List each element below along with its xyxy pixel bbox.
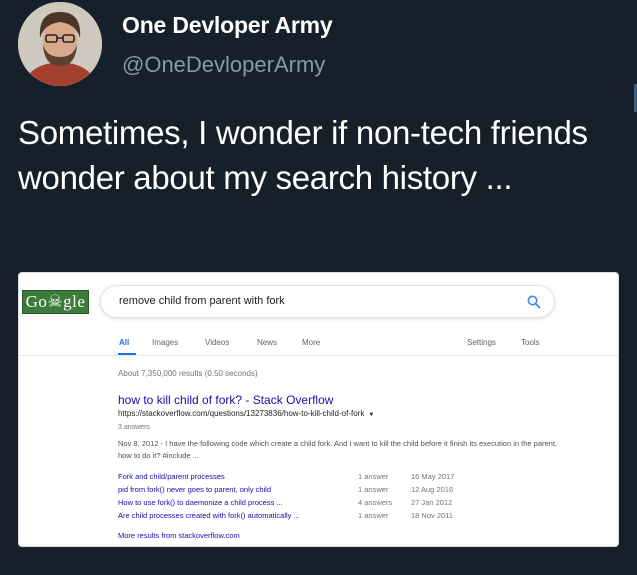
sub-result-date: 16 May 2017 (411, 472, 455, 481)
tab-all[interactable]: All (119, 338, 129, 347)
tab-images[interactable]: Images (152, 338, 178, 347)
sub-result-question[interactable]: How to use fork() to daemonize a child p… (118, 498, 283, 507)
sub-result-date: 12 Aug 2016 (411, 485, 454, 494)
author-handle[interactable]: @OneDevloperArmy (122, 52, 325, 78)
search-icon[interactable] (526, 294, 542, 310)
tab-more[interactable]: More (302, 338, 320, 347)
tab-news[interactable]: News (257, 338, 277, 347)
sub-results: Fork and child/parent processes 1 answer… (118, 472, 588, 524)
sub-result-row: Are child processes created with fork() … (118, 511, 588, 524)
result-url: https://stackoverflow.com/questions/1327… (118, 409, 374, 418)
result-stats: About 7,350,000 results (0.50 seconds) (118, 369, 258, 378)
sub-result-answers: 4 answers (358, 498, 393, 507)
more-results-link[interactable]: More results from stackoverflow.com (118, 531, 240, 540)
sub-result-row: pid from fork() never goes to parent, on… (118, 485, 588, 498)
sub-result-row: Fork and child/parent processes 1 answer… (118, 472, 588, 485)
tabs-divider (19, 355, 618, 356)
attached-image[interactable]: Go☠gle remove child from parent with for… (18, 272, 619, 547)
result-snippet: Nov 8, 2012 - I have the following code … (118, 439, 557, 460)
tools-link[interactable]: Tools (521, 338, 540, 347)
search-query: remove child from parent with fork (119, 295, 285, 307)
search-input[interactable]: remove child from parent with fork (100, 285, 555, 318)
sub-result-question[interactable]: pid from fork() never goes to parent, on… (118, 485, 271, 494)
result-url-text: https://stackoverflow.com/questions/1327… (118, 409, 365, 418)
sub-result-row: How to use fork() to daemonize a child p… (118, 498, 588, 511)
avatar[interactable] (18, 2, 102, 86)
sub-result-date: 27 Jan 2012 (411, 498, 453, 507)
url-dropdown-icon[interactable]: ▼ (368, 412, 374, 418)
sub-result-question[interactable]: Fork and child/parent processes (118, 472, 225, 481)
sub-result-answers: 1 answer (358, 511, 389, 520)
result-title[interactable]: how to kill child of fork? - Stack Overf… (118, 393, 333, 407)
sub-result-answers: 1 answer (358, 485, 389, 494)
author-name[interactable]: One Devloper Army (122, 12, 333, 39)
avatar-portrait-icon (18, 2, 102, 86)
settings-link[interactable]: Settings (467, 338, 496, 347)
sub-result-question[interactable]: Are child processes created with fork() … (118, 511, 300, 520)
sub-result-date: 18 Nov 2011 (411, 511, 453, 520)
tweet-text: Sometimes, I wonder if non-tech friends … (18, 114, 588, 196)
sub-result-answers: 1 answer (358, 472, 389, 481)
result-answer-count: 3 answers (118, 424, 150, 431)
tab-videos[interactable]: Videos (205, 338, 229, 347)
google-logo: Go☠gle (22, 290, 89, 314)
